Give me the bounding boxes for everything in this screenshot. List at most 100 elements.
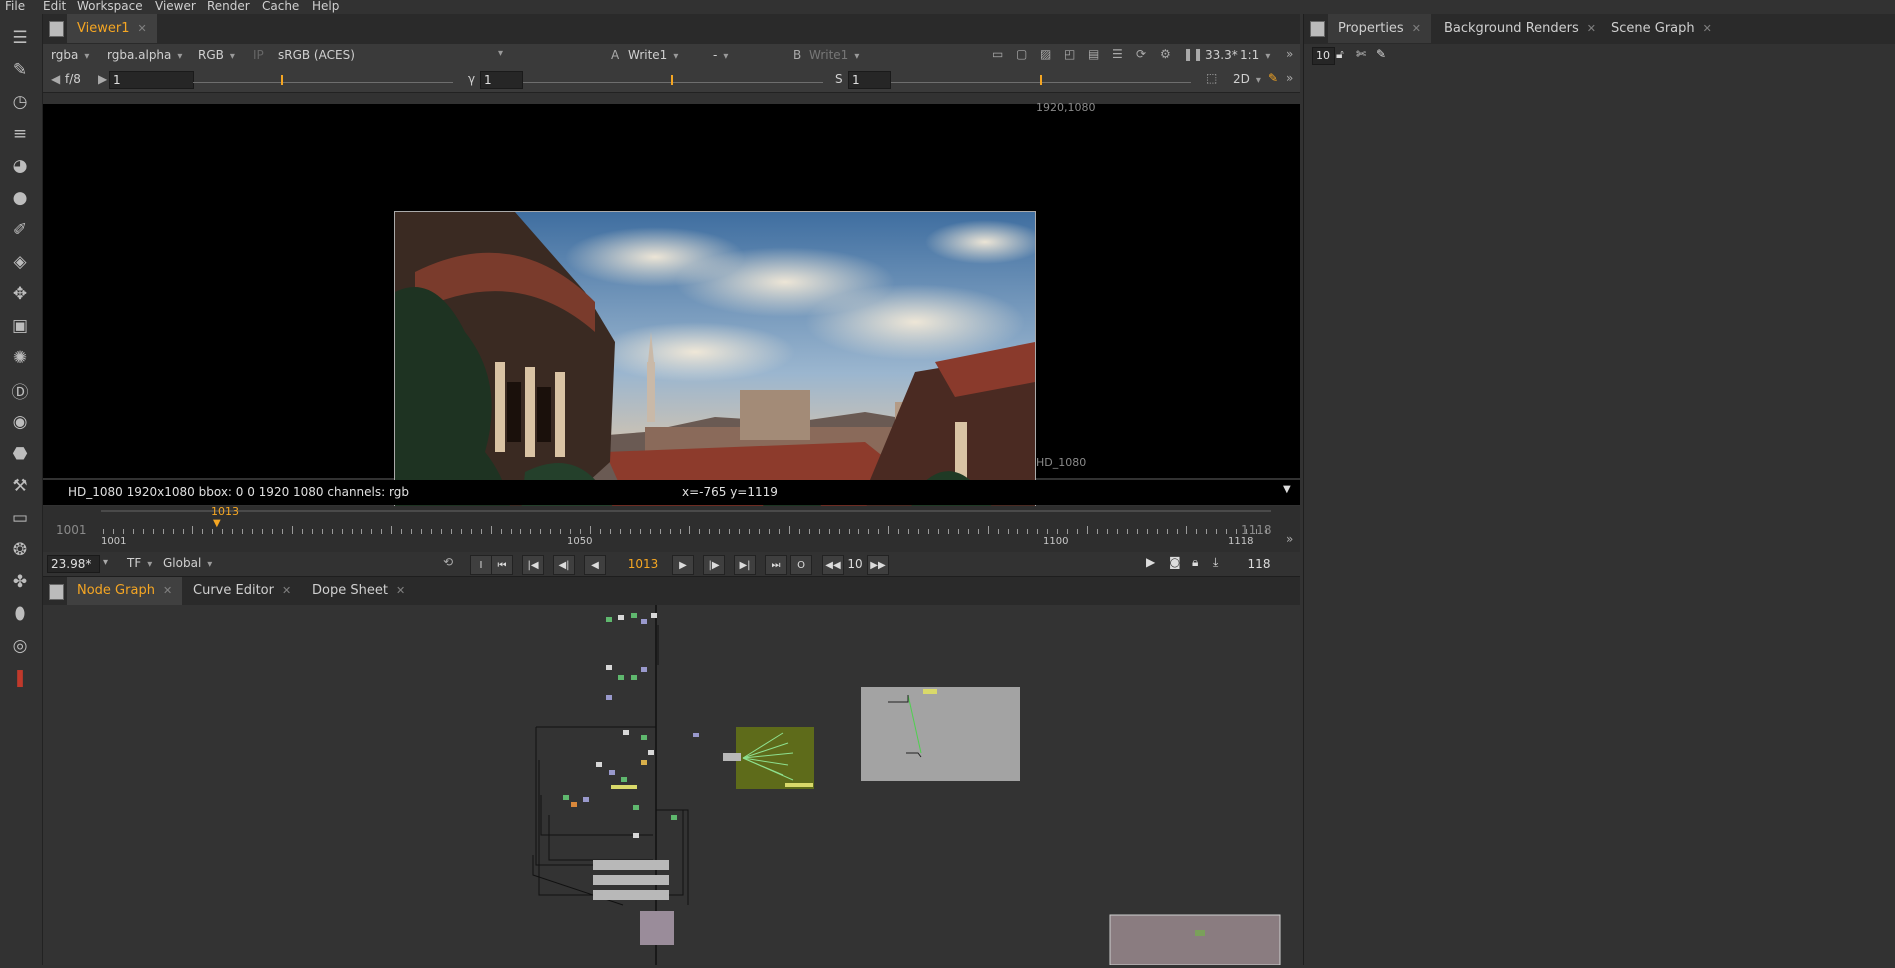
menu-cache[interactable]: Cache [262, 0, 299, 13]
step-size-field[interactable]: 10 [844, 555, 866, 573]
ip-toggle[interactable]: IP [253, 48, 264, 62]
menu-edit[interactable]: Edit [43, 0, 66, 13]
pane-menu-icon[interactable] [49, 584, 64, 600]
region-icon[interactable]: ⬚ [1206, 71, 1217, 85]
menu-workspace[interactable]: Workspace [77, 0, 143, 13]
set-in-button[interactable]: I [470, 555, 492, 575]
lock-icon[interactable]: 🔓︎ [1336, 47, 1344, 62]
pen-icon[interactable]: ✎ [8, 58, 32, 82]
prev-increment-button[interactable]: ◀| [553, 555, 575, 575]
ratio-dropdown[interactable]: 1:1 [1240, 48, 1270, 62]
increase-stop-icon[interactable]: ▶ [98, 72, 107, 86]
gain-slider[interactable] [193, 82, 453, 83]
node-graph-canvas[interactable] [43, 605, 1300, 966]
timeline-expand-icon[interactable]: » [1286, 532, 1293, 546]
gain-field[interactable]: 1 [109, 71, 194, 89]
export-icon[interactable]: ⤓ [1213, 555, 1218, 570]
tab-node-graph[interactable]: Node Graph ✕ [67, 577, 183, 605]
range-mode-dropdown[interactable]: Global [163, 556, 212, 570]
close-icon[interactable]: ✕ [1412, 22, 1421, 35]
record-icon[interactable]: ◙ [1169, 555, 1181, 569]
play-backward-button[interactable]: ◀ [584, 555, 606, 575]
info-expand-icon[interactable]: ▼ [1283, 484, 1291, 495]
circle-icon[interactable]: ● [8, 186, 32, 210]
panel-icon[interactable]: ▭ [8, 506, 32, 530]
last-frame-button[interactable]: ⏭ [765, 555, 787, 575]
lines-icon[interactable]: ☰ [1112, 47, 1123, 61]
next-keyframe-button[interactable]: ▶| [734, 555, 756, 575]
expand-icon[interactable]: » [1286, 47, 1293, 61]
wrench-icon[interactable]: ⚒ [8, 474, 32, 498]
script-icon[interactable]: ❚ [8, 666, 32, 690]
menu-help[interactable]: Help [312, 0, 339, 13]
tab-background-renders[interactable]: Background Renders ✕ [1434, 14, 1606, 43]
viewer-canvas[interactable]: 1920,1080 HD_1080 [43, 101, 1300, 572]
set-out-button[interactable]: O [790, 555, 812, 575]
layers-icon[interactable]: ◈ [8, 250, 32, 274]
channels-dropdown[interactable]: rgba [51, 48, 89, 62]
saturation-field[interactable]: 1 [848, 71, 891, 89]
step-forward-button[interactable]: ▶▶ [867, 555, 889, 575]
particle-icon[interactable]: ✺ [8, 346, 32, 370]
close-icon[interactable]: ✕ [282, 584, 291, 597]
expand-icon[interactable]: » [1286, 71, 1293, 85]
prev-keyframe-button[interactable]: |◀ [522, 555, 544, 575]
saturation-slider-handle[interactable] [1040, 75, 1042, 85]
d-icon[interactable]: Ⓓ [8, 378, 32, 403]
tf-dropdown[interactable]: TF [127, 556, 152, 570]
color-picker-icon[interactable]: ✎ [1268, 71, 1278, 85]
menu-file[interactable]: File [5, 0, 25, 13]
frame-count-field[interactable]: 118 [1236, 555, 1282, 573]
pause-icon[interactable]: ❚❚ [1183, 47, 1203, 61]
pane-menu-icon[interactable] [49, 21, 64, 37]
color-wheel-icon[interactable]: ◕ [8, 154, 32, 178]
a-input-dropdown[interactable]: Write1 [628, 48, 678, 62]
close-icon[interactable]: ✕ [163, 584, 172, 597]
gamma-slider[interactable] [523, 82, 823, 83]
tab-viewer1[interactable]: Viewer1 ✕ [67, 14, 157, 43]
roi-icon[interactable]: ▭ [992, 47, 1003, 61]
layer-dropdown[interactable]: rgba.alpha [107, 48, 182, 62]
tab-properties[interactable]: Properties ✕ [1328, 14, 1431, 43]
colorspace-dropdown[interactable]: sRGB (ACES) ▾ [278, 48, 503, 62]
menu-icon[interactable]: ☰ [8, 26, 32, 50]
cube-icon[interactable]: ▣ [8, 314, 32, 338]
menu-viewer[interactable]: Viewer [155, 0, 196, 13]
refresh-icon[interactable]: ⟳ [1136, 47, 1146, 61]
edit-icon[interactable]: ✎ [1376, 47, 1386, 61]
close-icon[interactable]: ✕ [396, 584, 405, 597]
display-channels-dropdown[interactable]: RGB [198, 48, 235, 62]
first-frame-button[interactable]: ⏮ [491, 555, 513, 575]
menu-render[interactable]: Render [207, 0, 250, 13]
tab-dope-sheet[interactable]: Dope Sheet ✕ [302, 577, 415, 605]
mask-icon[interactable]: ▤ [1088, 47, 1099, 61]
close-icon[interactable]: ✕ [1587, 22, 1596, 35]
timeline[interactable]: 1001 1013 ▼ 1001 1050 1100 1118 1118 » [43, 505, 1300, 552]
cylinder-icon[interactable]: ⬮ [8, 602, 32, 626]
frame-field[interactable]: 1013 [618, 555, 668, 573]
b-input-dropdown[interactable]: Write1 [809, 48, 859, 62]
overlay-icon[interactable]: ◰ [1064, 47, 1075, 61]
playhead-icon[interactable]: ▼ [213, 518, 221, 529]
loop-icon[interactable]: ⟲ [443, 555, 453, 569]
fps-field[interactable]: 23.98* [47, 555, 100, 573]
tag-icon[interactable]: ⬣ [8, 442, 32, 466]
eye-icon[interactable]: ◉ [8, 410, 32, 434]
move-icon[interactable]: ✥ [8, 282, 32, 306]
wipe-mode-dropdown[interactable]: - [713, 48, 773, 62]
gamma-slider-handle[interactable] [671, 75, 673, 85]
clock-icon[interactable]: ◷ [8, 90, 32, 114]
step-back-button[interactable]: ◀◀ [822, 555, 844, 575]
tab-curve-editor[interactable]: Curve Editor ✕ [183, 577, 301, 605]
gain-slider-handle[interactable] [281, 75, 283, 85]
max-panels-field[interactable]: 10 [1312, 47, 1335, 65]
lock-icon[interactable]: 🔒︎ [1192, 555, 1198, 570]
target-icon[interactable]: ◎ [8, 634, 32, 658]
close-icon[interactable]: ✕ [137, 22, 146, 35]
clip-icon[interactable]: ▨ [1040, 47, 1051, 61]
tab-scene-graph[interactable]: Scene Graph ✕ [1601, 14, 1722, 43]
decrease-stop-icon[interactable]: ◀ [51, 72, 60, 86]
list-icon[interactable]: ≡ [8, 122, 32, 146]
flipbook-icon[interactable]: ▶ [1146, 555, 1155, 569]
clear-panels-icon[interactable]: ✄ [1356, 47, 1366, 61]
